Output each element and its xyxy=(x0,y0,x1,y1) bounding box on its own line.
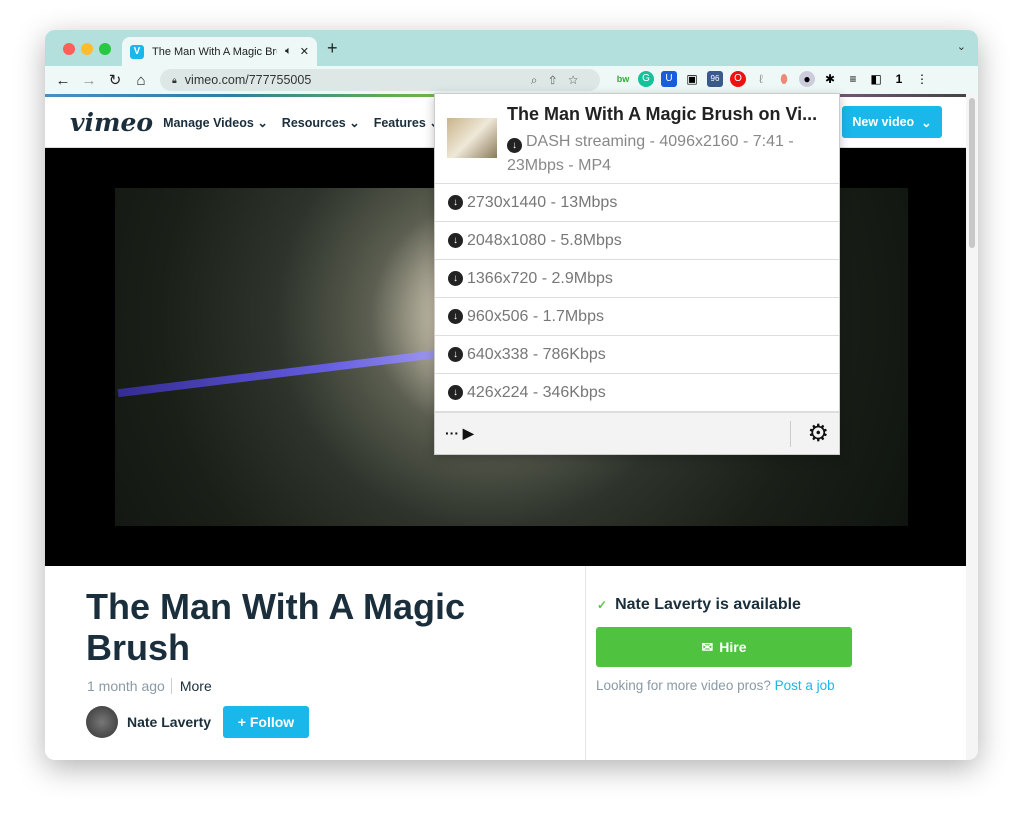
grammarly-icon[interactable]: G xyxy=(638,71,654,87)
more-options-button[interactable]: ··· ▶ xyxy=(445,425,474,442)
download-option[interactable]: ↓ 1366x720 - 2.9Mbps xyxy=(435,260,839,298)
video-info: The Man With A Magic Brush 1 month ago Mo… xyxy=(45,566,966,760)
download-icon: ↓ xyxy=(507,138,522,153)
tab-vimeo[interactable]: V The Man With A Magic Brush 🔈︎ ✕ xyxy=(122,37,317,66)
download-option[interactable]: ↓ 640x338 - 786Kbps xyxy=(435,336,839,374)
download-option[interactable]: ↓ 2048x1080 - 5.8Mbps xyxy=(435,222,839,260)
download-icon: ↓ xyxy=(448,347,463,362)
url-text: vimeo.com/777755005 xyxy=(184,73,312,87)
lock-icon: 🔒︎ xyxy=(172,74,177,85)
download-option[interactable]: ↓ 426x224 - 346Kbps xyxy=(435,374,839,412)
back-icon[interactable]: ← xyxy=(50,72,76,89)
bitwarden-icon[interactable]: U xyxy=(661,71,677,87)
download-option[interactable]: ↓ 2730x1440 - 13Mbps xyxy=(435,184,839,222)
download-option[interactable]: ↓ 960x506 - 1.7Mbps xyxy=(435,298,839,336)
speaker-icon[interactable]: 🔈︎ xyxy=(285,45,292,58)
browser-menu-icon[interactable]: ⋮ xyxy=(914,71,930,87)
availability-text: Nate Laverty is available xyxy=(615,596,801,613)
zoom-icon[interactable]: ⌕ xyxy=(531,73,550,87)
download-icon: ↓ xyxy=(448,271,463,286)
tab-search-chevron-icon[interactable]: ⌄ xyxy=(957,40,966,53)
tab-title: The Man With A Magic Brush xyxy=(152,45,277,58)
avatar[interactable] xyxy=(86,706,118,738)
vimeo-logo[interactable]: vimeo xyxy=(70,108,153,137)
reading-list-icon[interactable]: ≡ xyxy=(845,71,861,87)
hire-button[interactable]: ✉ Hire xyxy=(596,627,852,667)
orange-extension-icon[interactable]: ⬮ xyxy=(776,71,792,87)
new-tab-button[interactable]: + xyxy=(327,38,338,59)
home-icon[interactable]: ⌂ xyxy=(128,72,154,89)
picture-in-picture-icon[interactable]: ▣ xyxy=(684,71,700,87)
extension-96-icon[interactable]: 96 xyxy=(707,71,723,87)
video-downloader-popup: The Man With A Magic Brush on Vi... ↓ DAS… xyxy=(434,93,840,455)
bookmark-star-icon[interactable]: ☆ xyxy=(568,73,590,87)
tab-bar: V The Man With A Magic Brush 🔈︎ ✕ + ⌄ xyxy=(45,30,978,66)
upload-age: 1 month ago xyxy=(87,678,165,694)
feather-extension-icon[interactable]: ℓ xyxy=(753,71,769,87)
page-scrollbar[interactable] xyxy=(966,94,978,760)
puzzle-extensions-icon[interactable]: ✱ xyxy=(822,71,838,87)
extensions-area: bw G U ▣ 96 O ℓ ⬮ ● ✱ ≡ ◧ 1 ⋮ xyxy=(615,71,930,87)
author-name[interactable]: Nate Laverty xyxy=(127,714,211,730)
menu-features[interactable]: Features ⌄ xyxy=(374,115,440,130)
side-panel-icon[interactable]: ◧ xyxy=(868,71,884,87)
address-bar[interactable]: 🔒︎ vimeo.com/777755005 ⌕⇧☆ xyxy=(160,69,600,91)
menu-resources[interactable]: Resources ⌄ xyxy=(282,115,360,130)
download-icon: ↓ xyxy=(448,233,463,248)
reload-icon[interactable]: ↻ xyxy=(102,71,128,89)
menu-manage-videos[interactable]: Manage Videos ⌄ xyxy=(163,115,268,130)
opera-icon[interactable]: O xyxy=(730,71,746,87)
close-window-button[interactable] xyxy=(63,43,75,55)
close-tab-icon[interactable]: ✕ xyxy=(300,45,309,58)
forward-icon[interactable]: → xyxy=(76,72,102,89)
divider xyxy=(585,566,586,760)
video-downloader-icon[interactable]: ● xyxy=(799,71,815,87)
video-title: The Man With A Magic Brush xyxy=(86,586,466,668)
share-icon[interactable]: ⇧ xyxy=(549,73,568,87)
vimeo-favicon-icon: V xyxy=(130,44,144,59)
more-link[interactable]: More xyxy=(170,678,212,694)
popup-title: The Man With A Magic Brush on Vi... xyxy=(507,104,818,124)
looking-text: Looking for more video pros? xyxy=(596,678,771,693)
main-download-option[interactable]: The Man With A Magic Brush on Vi... ↓ DAS… xyxy=(435,94,839,184)
minimize-window-button[interactable] xyxy=(81,43,93,55)
gear-icon[interactable]: ⚙ xyxy=(807,419,829,448)
video-thumbnail xyxy=(447,118,497,158)
popup-footer: ··· ▶ ⚙ xyxy=(435,412,839,454)
download-icon: ↓ xyxy=(448,195,463,210)
follow-button[interactable]: + Follow xyxy=(223,706,309,738)
download-icon: ↓ xyxy=(448,385,463,400)
maximize-window-button[interactable] xyxy=(99,43,111,55)
download-icon: ↓ xyxy=(448,309,463,324)
check-icon: ✓ xyxy=(597,598,608,612)
main-option-label: DASH streaming - 4096x2160 - 7:41 - 23Mb… xyxy=(507,133,794,174)
post-job-link[interactable]: Post a job xyxy=(775,678,835,693)
browser-toolbar: ← → ↻ ⌂ 🔒︎ vimeo.com/777755005 ⌕⇧☆ bw G … xyxy=(45,66,978,94)
mail-icon: ✉ xyxy=(701,638,714,655)
new-video-button[interactable]: New video ⌄ xyxy=(842,106,942,138)
bw-extension-icon[interactable]: bw xyxy=(615,71,631,87)
profile-extension-icon[interactable]: 1 xyxy=(891,71,907,87)
